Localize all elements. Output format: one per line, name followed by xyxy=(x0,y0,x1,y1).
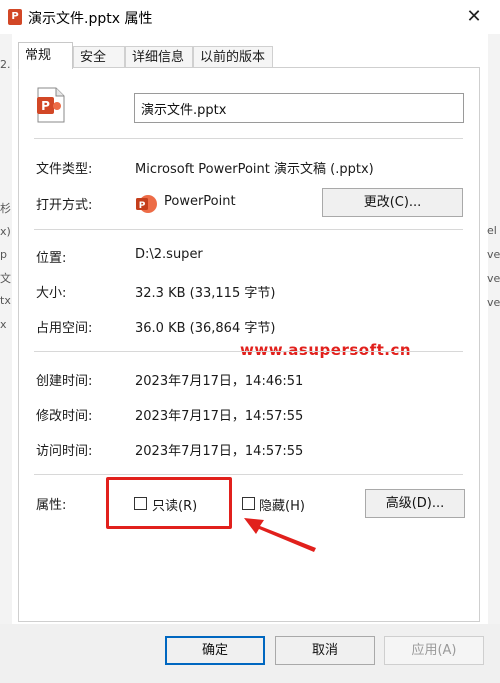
hidden-checkbox[interactable] xyxy=(242,497,255,510)
powerpoint-app-icon: P xyxy=(136,195,157,213)
background-text: 杉 xyxy=(0,202,11,215)
background-text: el xyxy=(487,224,497,237)
tab-security[interactable]: 安全 xyxy=(73,46,125,68)
background-text: p xyxy=(0,248,7,261)
highlight-box xyxy=(106,477,232,529)
apply-button[interactable]: 应用(A) xyxy=(384,636,484,665)
properties-dialog: 2. 杉 x) p 文 tx x el ve ve ve P 演示文件.pptx… xyxy=(0,0,500,683)
close-icon: ✕ xyxy=(466,6,482,27)
svg-text:P: P xyxy=(41,99,50,113)
tab-details[interactable]: 详细信息 xyxy=(125,46,193,68)
background-text: 2. xyxy=(0,58,11,71)
change-button[interactable]: 更改(C)... xyxy=(322,188,463,217)
advanced-button[interactable]: 高级(D)... xyxy=(365,489,465,518)
background-window-left xyxy=(0,0,12,683)
modified-label: 修改时间: xyxy=(36,409,93,424)
title-bar: P 演示文件.pptx 属性 ✕ xyxy=(0,0,500,34)
open-with-label: 打开方式: xyxy=(36,198,93,213)
file-type-value: Microsoft PowerPoint 演示文稿 (.pptx) xyxy=(135,162,374,177)
tab-general[interactable]: 常规 xyxy=(18,42,73,69)
separator xyxy=(34,474,463,475)
separator xyxy=(34,229,463,230)
powerpoint-document-icon: P xyxy=(37,87,65,123)
background-text: tx xyxy=(0,294,11,307)
background-text: ve xyxy=(487,296,500,309)
watermark-text: www.asupersoft.cn xyxy=(240,341,412,359)
disk-size-label: 占用空间: xyxy=(36,321,93,336)
separator xyxy=(34,351,463,352)
background-text: x) xyxy=(0,225,11,238)
modified-value: 2023年7月17日，14:57:55 xyxy=(135,409,304,424)
location-label: 位置: xyxy=(36,251,67,266)
window-title: 演示文件.pptx 属性 xyxy=(28,11,153,27)
background-text: x xyxy=(0,318,7,331)
background-text: ve xyxy=(487,272,500,285)
arrow-annotation-icon xyxy=(244,518,316,552)
attributes-label: 属性: xyxy=(36,498,67,513)
created-label: 创建时间: xyxy=(36,374,93,389)
svg-text:P: P xyxy=(139,201,146,211)
disk-size-value: 36.0 KB (36,864 字节) xyxy=(135,321,276,336)
separator xyxy=(34,138,463,139)
background-window-right xyxy=(488,0,500,683)
open-with-value: PowerPoint xyxy=(164,194,236,209)
background-text: 文 xyxy=(0,272,11,285)
ok-button[interactable]: 确定 xyxy=(165,636,265,665)
size-label: 大小: xyxy=(36,286,67,301)
powerpoint-file-icon: P xyxy=(8,9,22,25)
size-value: 32.3 KB (33,115 字节) xyxy=(135,286,276,301)
created-value: 2023年7月17日，14:46:51 xyxy=(135,374,304,389)
close-button[interactable]: ✕ xyxy=(462,5,486,29)
accessed-label: 访问时间: xyxy=(36,444,93,459)
accessed-value: 2023年7月17日，14:57:55 xyxy=(135,444,304,459)
cancel-button[interactable]: 取消 xyxy=(275,636,375,665)
tab-previous-versions[interactable]: 以前的版本 xyxy=(193,46,273,68)
background-text: ve xyxy=(487,248,500,261)
location-value: D:\2.super xyxy=(135,247,203,262)
filename-input[interactable] xyxy=(134,93,464,123)
file-type-label: 文件类型: xyxy=(36,162,93,177)
